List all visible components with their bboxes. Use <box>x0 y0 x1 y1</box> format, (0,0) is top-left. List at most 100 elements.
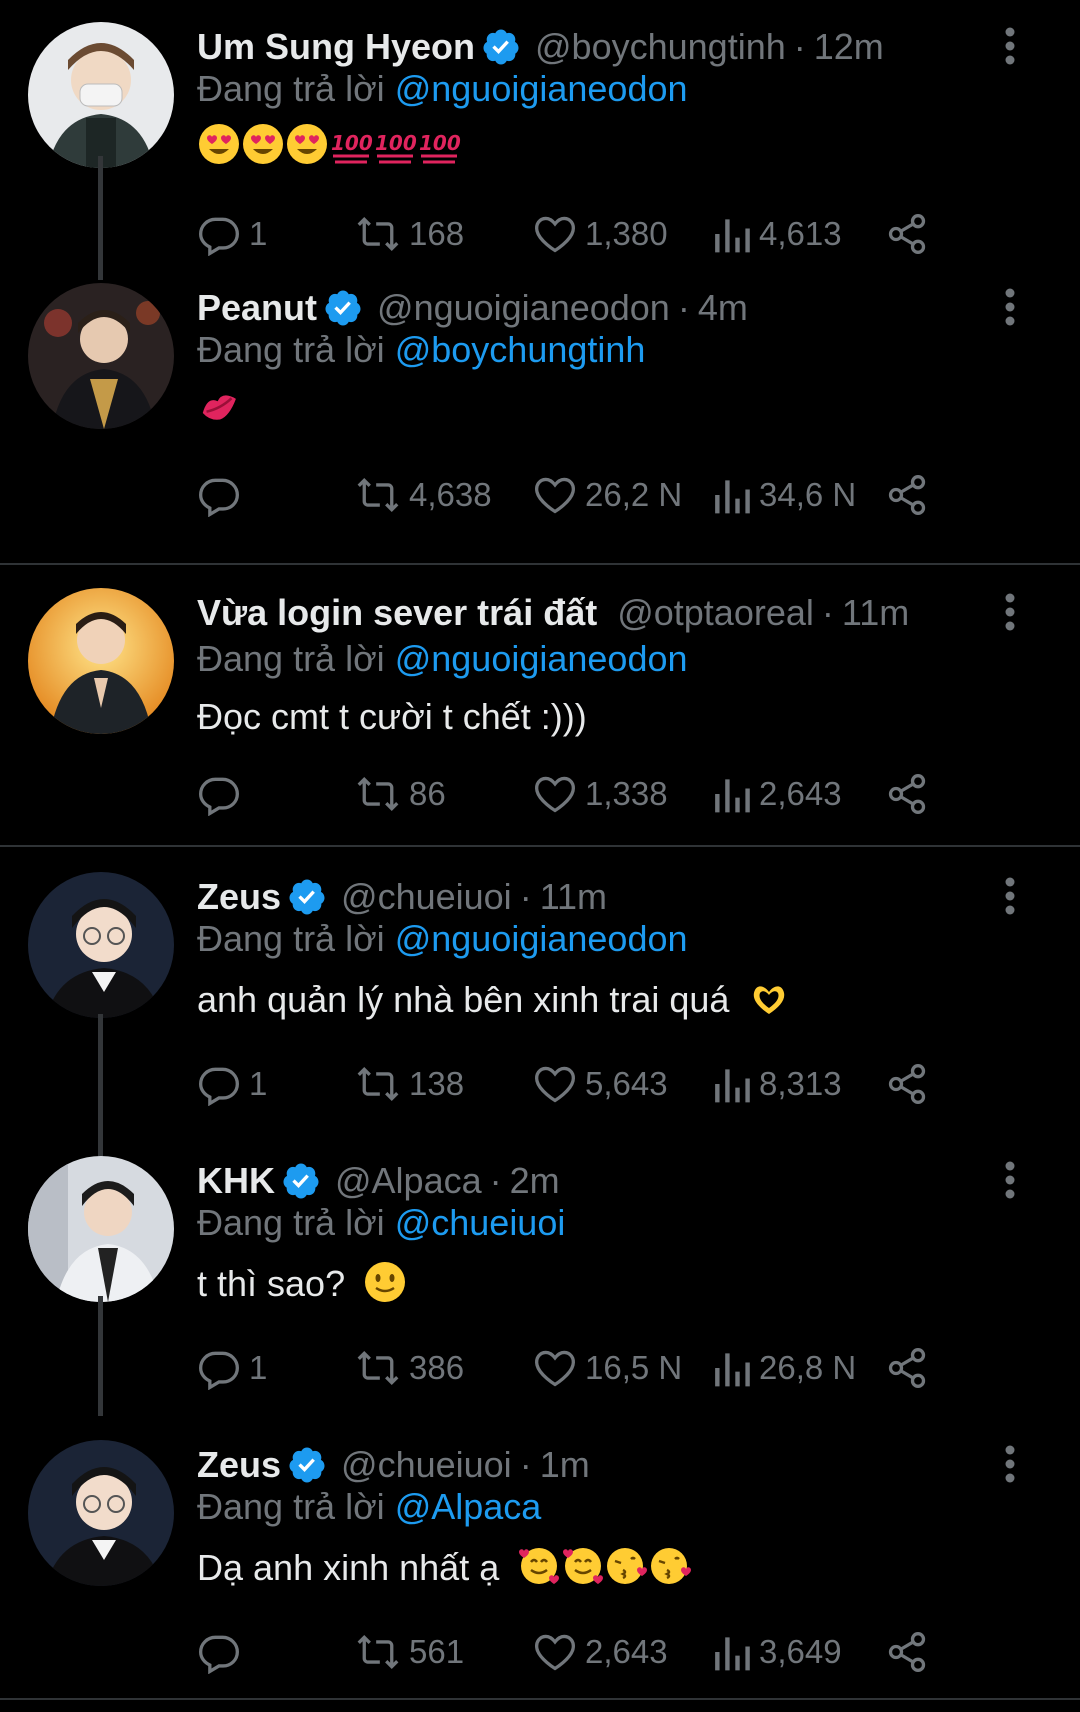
like-count: 16,5 N <box>585 1349 683 1386</box>
tweet-header: Zeus @chueiuoi · 11m <box>197 872 607 922</box>
tweet-text: 100 100 100 <box>197 122 461 175</box>
views-button[interactable]: 4,613 <box>713 204 842 264</box>
more-options-icon[interactable] <box>1003 287 1017 327</box>
reply-button[interactable]: 1 <box>197 1338 267 1398</box>
replying-to: Đang trả lời @boychungtinh <box>197 329 645 371</box>
like-button[interactable]: 1,338 <box>533 764 668 824</box>
replying-to: Đang trả lời @chueiuoi <box>197 1202 565 1244</box>
more-options-icon[interactable] <box>1003 876 1017 916</box>
share-button[interactable] <box>885 1338 929 1398</box>
avatar[interactable] <box>28 22 174 168</box>
reply-button[interactable] <box>197 1622 249 1682</box>
avatar[interactable] <box>28 588 174 734</box>
share-button[interactable] <box>885 465 929 525</box>
views-chart-icon <box>715 219 750 253</box>
reply-icon <box>199 1067 239 1106</box>
like-count: 1,380 <box>585 215 668 252</box>
retweet-count: 86 <box>409 775 446 812</box>
verified-badge-icon <box>287 1445 327 1485</box>
display-name[interactable]: Vừa login sever trái đất <box>197 592 597 634</box>
more-options-icon[interactable] <box>1003 592 1017 632</box>
avatar[interactable] <box>28 872 174 1018</box>
display-name[interactable]: Peanut <box>197 287 317 329</box>
divider <box>0 1698 1080 1700</box>
smiling-hearts-emoji-icon <box>517 1544 561 1597</box>
handle[interactable]: @boychungtinh <box>535 26 786 68</box>
share-button[interactable] <box>885 204 929 264</box>
like-button[interactable]: 2,643 <box>533 1622 668 1682</box>
views-button[interactable]: 2,643 <box>713 764 842 824</box>
handle[interactable]: @nguoigianeodon <box>377 287 670 329</box>
retweet-button[interactable]: 86 <box>355 764 446 824</box>
display-name[interactable]: Zeus <box>197 1444 281 1486</box>
tweet-header: Peanut @nguoigianeodon · 4m <box>197 283 748 333</box>
tweet-actions: 1 386 16,5 N 26,8 N <box>197 1338 1047 1398</box>
tweet-actions: 1 138 5,643 8,313 <box>197 1054 1047 1114</box>
views-button[interactable]: 3,649 <box>713 1622 842 1682</box>
avatar[interactable] <box>28 1440 174 1586</box>
share-button[interactable] <box>885 764 929 824</box>
replying-to-link[interactable]: @nguoigianeodon <box>395 918 688 959</box>
more-options-icon[interactable] <box>1003 26 1017 66</box>
handle[interactable]: @Alpaca <box>335 1160 482 1202</box>
views-button[interactable]: 34,6 N <box>713 465 856 525</box>
like-button[interactable]: 16,5 N <box>533 1338 682 1398</box>
reply-button[interactable] <box>197 465 249 525</box>
display-name[interactable]: Um Sung Hyeon <box>197 26 475 68</box>
share-icon <box>888 1632 926 1672</box>
timestamp[interactable]: 11m <box>540 876 607 918</box>
replying-to-link[interactable]: @nguoigianeodon <box>395 638 688 679</box>
replying-to-link[interactable]: @chueiuoi <box>395 1202 566 1243</box>
views-button[interactable]: 26,8 N <box>713 1338 856 1398</box>
retweet-button[interactable]: 4,638 <box>355 465 492 525</box>
replying-to-link[interactable]: @nguoigianeodon <box>395 68 688 109</box>
like-count: 5,643 <box>585 1065 668 1102</box>
timestamp[interactable]: 1m <box>540 1444 590 1486</box>
heart-icon <box>535 1066 575 1103</box>
timestamp[interactable]: 12m <box>814 26 884 68</box>
slight-smile-emoji-icon <box>363 1260 407 1313</box>
replying-prefix: Đang trả lời <box>197 1486 385 1527</box>
timestamp[interactable]: 4m <box>698 287 748 329</box>
share-button[interactable] <box>885 1622 929 1682</box>
share-button[interactable] <box>885 1054 929 1114</box>
replying-to-link[interactable]: @boychungtinh <box>395 329 646 370</box>
tweet-actions: 86 1,338 2,643 <box>197 764 1047 824</box>
like-button[interactable]: 5,643 <box>533 1054 668 1114</box>
handle[interactable]: @otptaoreal <box>617 592 814 634</box>
retweet-button[interactable]: 138 <box>355 1054 464 1114</box>
retweet-button[interactable]: 386 <box>355 1338 464 1398</box>
display-name[interactable]: Zeus <box>197 876 281 918</box>
reply-button[interactable]: 1 <box>197 204 267 264</box>
replying-prefix: Đang trả lời <box>197 918 385 959</box>
share-icon <box>888 214 926 254</box>
timestamp[interactable]: 11m <box>842 592 909 634</box>
heart-icon <box>535 776 575 813</box>
avatar[interactable] <box>28 1156 174 1302</box>
views-chart-icon <box>715 1637 750 1671</box>
retweet-button[interactable]: 168 <box>355 204 464 264</box>
share-icon <box>888 1064 926 1104</box>
retweet-button[interactable]: 561 <box>355 1622 464 1682</box>
display-name[interactable]: KHK <box>197 1160 275 1202</box>
timestamp[interactable]: 2m <box>510 1160 560 1202</box>
reply-icon <box>199 777 239 816</box>
share-icon <box>888 774 926 814</box>
views-button[interactable]: 8,313 <box>713 1054 842 1114</box>
reply-button[interactable] <box>197 764 249 824</box>
tweet-actions: 4,638 26,2 N 34,6 N <box>197 465 1047 525</box>
tweet-header: Um Sung Hyeon @boychungtinh · 12m <box>197 22 884 72</box>
retweet-icon <box>357 1634 399 1670</box>
handle[interactable]: @chueiuoi <box>341 1444 512 1486</box>
reply-button[interactable]: 1 <box>197 1054 267 1114</box>
more-options-icon[interactable] <box>1003 1160 1017 1200</box>
replying-to-link[interactable]: @Alpaca <box>395 1486 542 1527</box>
kissing-heart-emoji-icon <box>605 1544 649 1597</box>
like-button[interactable]: 26,2 N <box>533 465 682 525</box>
handle[interactable]: @chueiuoi <box>341 876 512 918</box>
replying-prefix: Đang trả lời <box>197 638 385 679</box>
avatar[interactable] <box>28 283 174 429</box>
like-button[interactable]: 1,380 <box>533 204 668 264</box>
more-options-icon[interactable] <box>1003 1444 1017 1484</box>
thread-line <box>98 156 103 280</box>
